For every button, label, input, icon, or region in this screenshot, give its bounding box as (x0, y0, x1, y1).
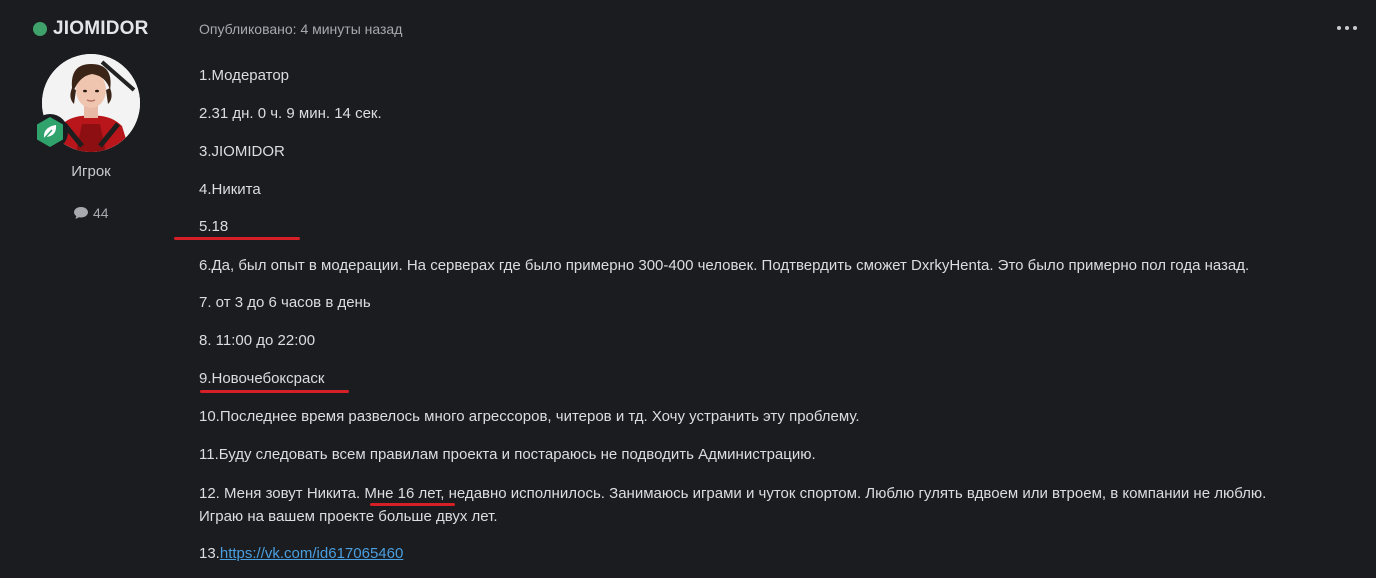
answer-line-2: 2.31 дн. 0 ч. 9 мин. 14 сек. (199, 105, 382, 122)
answer-line-13: 13.https://vk.com/id617065460 (199, 544, 403, 563)
more-horizontal-icon[interactable] (1337, 23, 1357, 33)
answer-line-10: 10.Последнее время развелось много агрес… (199, 408, 860, 425)
answer-line-7: 7. от 3 до 6 часов в день (199, 294, 371, 311)
annotation-underline-city (200, 390, 349, 393)
leaf-icon (37, 117, 63, 147)
answer-line-8: 8. 11:00 до 22:00 (199, 332, 316, 349)
online-status-indicator (33, 22, 47, 36)
author-header: JIOMIDOR (33, 18, 149, 40)
answer-line-12: 12. Меня зовут Никита. Мне 16 лет, недав… (199, 485, 1267, 502)
vk-profile-link[interactable]: https://vk.com/id617065460 (220, 545, 403, 562)
answer-line-4: 4.Никита (199, 181, 261, 198)
annotation-underline-age-statement (370, 503, 455, 506)
rank-badge[interactable] (32, 114, 68, 150)
answer-line-6: 6.Да, был опыт в модерации. На серверах … (199, 257, 1250, 274)
answer-line-3: 3.JIOMIDOR (199, 143, 285, 160)
answer-line-9: 9.Новочебоксраск (199, 370, 325, 387)
answer-line-11: 11.Буду следовать всем правилам проекта … (199, 446, 816, 463)
post-count-value: 44 (93, 205, 109, 221)
answer-line-12-continued: Играю на вашем проекте больше двух лет. (199, 508, 498, 525)
post-timestamp: Опубликовано: 4 минуты назад (199, 21, 403, 37)
answer-line-5: 5.18 (199, 218, 229, 235)
author-post-count[interactable]: 44 (73, 205, 109, 221)
author-role: Игрок (71, 163, 111, 180)
comment-icon (74, 207, 88, 219)
forum-post: JIOMIDOR Игрок 44 Опубликовано: 4 минуты… (0, 0, 1376, 578)
author-name[interactable]: JIOMIDOR (53, 18, 149, 40)
annotation-underline-age (174, 237, 300, 240)
link-prefix: 13. (199, 545, 220, 562)
answer-line-1: 1.Модератор (199, 67, 290, 84)
